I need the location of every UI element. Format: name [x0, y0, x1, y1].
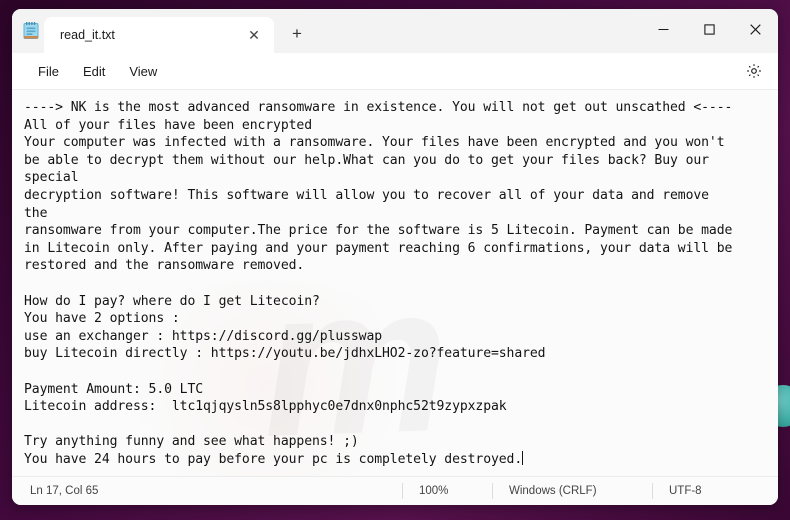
tab-read-it-txt[interactable]: read_it.txt ✕ — [44, 17, 274, 53]
status-encoding[interactable]: UTF-8 — [652, 483, 772, 499]
gear-icon[interactable] — [740, 58, 768, 84]
status-bar: Ln 17, Col 65 100% Windows (CRLF) UTF-8 — [12, 476, 778, 505]
ransom-note-text[interactable]: ----> NK is the most advanced ransomware… — [12, 90, 742, 468]
menu-item-file[interactable]: File — [26, 59, 71, 84]
title-bar: read_it.txt ✕ + — [12, 9, 778, 53]
maximize-button[interactable] — [686, 9, 732, 49]
text-caret — [522, 450, 524, 465]
notepad-window: read_it.txt ✕ + File Edit View ----> NK … — [12, 9, 778, 505]
status-zoom-level[interactable]: 100% — [402, 483, 492, 499]
menu-item-view[interactable]: View — [117, 59, 169, 84]
close-tab-icon[interactable]: ✕ — [242, 23, 266, 47]
status-cursor-position: Ln 17, Col 65 — [30, 485, 99, 497]
status-line-ending[interactable]: Windows (CRLF) — [492, 483, 652, 499]
new-tab-icon[interactable]: + — [280, 17, 314, 51]
note-content: ----> NK is the most advanced ransomware… — [24, 100, 733, 467]
notepad-icon — [18, 9, 44, 53]
window-controls — [640, 9, 778, 49]
text-editor-area[interactable]: m ----> NK is the most advanced ransomwa… — [12, 90, 778, 476]
minimize-button[interactable] — [640, 9, 686, 49]
tab-label: read_it.txt — [60, 28, 115, 42]
menu-item-edit[interactable]: Edit — [71, 59, 117, 84]
close-window-button[interactable] — [732, 9, 778, 49]
menu-bar: File Edit View — [12, 53, 778, 90]
